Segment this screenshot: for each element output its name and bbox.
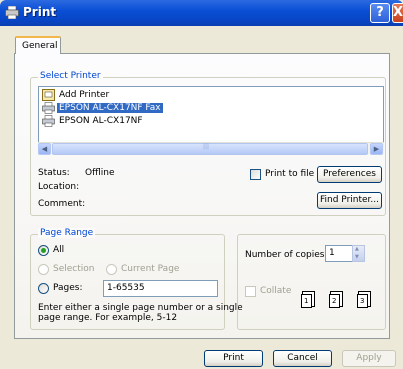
collate-label[interactable]: Collate [260, 286, 291, 296]
status-label: Status: [38, 168, 70, 178]
pages-input[interactable]: 1-65535 [103, 280, 218, 297]
title-bar[interactable]: Print ? X [0, 0, 403, 26]
collate-page-icon: 2 [329, 294, 340, 308]
pages-radio[interactable] [38, 283, 49, 294]
horizontal-scrollbar[interactable]: ◀ ▶ [38, 142, 384, 155]
status-value: Offline [85, 168, 115, 178]
page-range-help-line1: Enter either a single page number or a s… [38, 303, 243, 313]
current-page-radio[interactable] [106, 264, 117, 275]
printer-icon [42, 115, 55, 127]
help-button[interactable]: ? [370, 3, 390, 23]
page-range-legend: Page Range [38, 228, 96, 238]
all-radio[interactable] [38, 245, 49, 256]
selection-radio[interactable] [38, 264, 49, 275]
add-printer-icon [42, 89, 55, 101]
comment-label: Comment: [38, 199, 86, 209]
print-button[interactable]: Print [204, 350, 263, 367]
collate-checkbox[interactable] [245, 286, 256, 297]
select-printer-legend: Select Printer [38, 71, 103, 81]
collate-page-icon: 3 [357, 294, 368, 308]
current-page-label[interactable]: Current Page [121, 264, 179, 274]
list-item-add-printer[interactable]: Add Printer [41, 89, 111, 101]
location-label: Location: [38, 182, 80, 192]
preferences-button[interactable]: Preferences [317, 166, 382, 183]
collate-page-icon: 1 [301, 294, 312, 308]
list-item-label: Add Printer [59, 90, 110, 100]
find-printer-button[interactable]: Find Printer... [317, 192, 382, 209]
printer-icon [5, 6, 19, 19]
print-to-file-label[interactable]: Print to file [265, 169, 314, 179]
tab-general[interactable]: General [15, 36, 61, 54]
tab-general-label: General [22, 41, 58, 51]
close-button[interactable]: X [392, 3, 403, 23]
copies-spinner[interactable] [352, 245, 365, 262]
print-dialog: Print ? X General Select Printer Add Pri… [0, 0, 403, 369]
apply-button[interactable]: Apply [342, 350, 396, 367]
list-item-epson-fax[interactable]: EPSON AL-CX17NF Fax [41, 102, 163, 114]
page-range-help-line2: page range. For example, 5-12 [38, 313, 178, 323]
cancel-button[interactable]: Cancel [273, 350, 332, 367]
list-item-label: EPSON AL-CX17NF Fax [57, 103, 163, 113]
scroll-thumb[interactable] [52, 143, 368, 155]
all-label[interactable]: All [53, 245, 64, 255]
print-to-file-checkbox[interactable] [250, 169, 261, 180]
fax-printer-icon [42, 102, 55, 114]
window-title: Print [23, 5, 57, 19]
selection-label[interactable]: Selection [53, 264, 94, 274]
list-item-label: EPSON AL-CX17NF [59, 116, 143, 126]
pages-label[interactable]: Pages: [53, 283, 83, 293]
scroll-left-icon[interactable]: ◀ [38, 143, 51, 155]
list-item-epson[interactable]: EPSON AL-CX17NF [41, 115, 145, 127]
scroll-right-icon[interactable]: ▶ [370, 143, 383, 155]
number-of-copies-label: Number of copies: [245, 250, 328, 260]
